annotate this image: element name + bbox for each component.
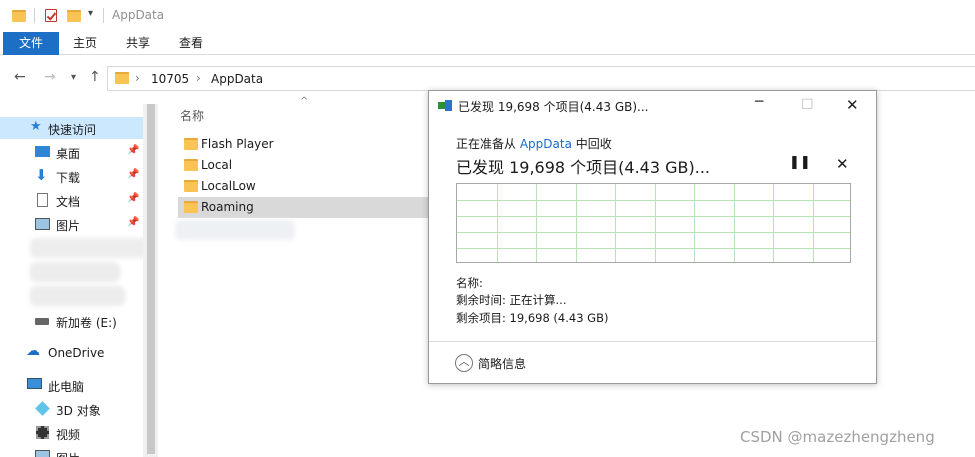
sidebar-item-pictures[interactable]: 图片 📌 xyxy=(0,213,143,235)
drive-icon xyxy=(35,318,49,325)
maximize-icon[interactable]: ☐ xyxy=(801,97,814,113)
ribbon-tabs: 文件 主页 共享 查看 xyxy=(0,32,975,55)
sidebar-item-videos[interactable]: 视频 xyxy=(0,422,143,444)
window-title: AppData xyxy=(112,8,165,22)
video-icon xyxy=(36,426,49,439)
back-arrow-icon[interactable]: ← xyxy=(14,69,26,85)
new-folder-icon[interactable] xyxy=(67,10,81,22)
tab-view[interactable]: 查看 xyxy=(169,32,213,55)
speed-graph xyxy=(456,183,851,263)
sidebar-item-desktop[interactable]: 桌面 📌 xyxy=(0,141,143,163)
pin-icon[interactable]: 📌 xyxy=(127,193,139,204)
file-row-selected[interactable]: Roaming xyxy=(178,197,428,218)
sidebar-item-onedrive[interactable]: ☁ OneDrive xyxy=(0,342,143,364)
breadcrumb-appdata[interactable]: AppData xyxy=(211,72,263,86)
chevron-up-icon: ︿ xyxy=(455,354,473,372)
progress-dialog: 已发现 19,698 个项目(4.43 GB)... ─ ☐ ✕ 正在准备从 A… xyxy=(428,90,877,384)
folder-icon xyxy=(184,138,198,150)
sidebar-item-documents[interactable]: 文档 📌 xyxy=(0,189,143,211)
dialog-title: 已发现 19,698 个项目(4.43 GB)... xyxy=(458,100,649,114)
file-row[interactable]: Local xyxy=(178,155,428,176)
desktop-icon xyxy=(35,146,50,157)
fewer-details-button[interactable]: ︿ 简略信息 xyxy=(455,354,526,372)
breadcrumb-10705[interactable]: 10705 xyxy=(151,72,189,86)
recent-locations-icon[interactable]: ▾ xyxy=(71,72,76,83)
download-icon: ⬇ xyxy=(35,166,48,184)
folder-icon xyxy=(184,201,198,213)
forward-arrow-icon[interactable]: → xyxy=(44,69,56,85)
recycle-progress-icon xyxy=(438,100,452,111)
pin-icon[interactable]: 📌 xyxy=(127,169,139,180)
speed-graph-grid xyxy=(457,184,850,262)
pictures-icon xyxy=(35,450,50,457)
folder-icon xyxy=(184,159,198,171)
toolbar-separator xyxy=(34,8,35,23)
progress-status: 已发现 19,698 个项目(4.43 GB)... xyxy=(456,158,710,177)
sidebar-item-pictures-2[interactable]: 图片 xyxy=(0,446,143,457)
customize-toolbar-icon[interactable]: ▾ xyxy=(88,8,93,19)
folder-icon xyxy=(12,10,26,22)
sidebar-item-3d-objects[interactable]: 3D 对象 xyxy=(0,398,143,420)
properties-icon[interactable] xyxy=(45,9,57,22)
sidebar-item-quick-access[interactable]: ★ 快速访问 xyxy=(0,117,143,139)
file-row[interactable]: LocalLow xyxy=(178,176,428,197)
name-label: 名称: xyxy=(456,276,483,290)
column-header-name[interactable]: 名称 xyxy=(180,107,204,124)
tab-file[interactable]: 文件 xyxy=(3,32,59,55)
minimize-icon[interactable]: ─ xyxy=(755,94,763,110)
folder-icon xyxy=(115,72,129,84)
toolbar-separator xyxy=(103,8,104,23)
items-remaining: 剩余项目: 19,698 (4.43 GB) xyxy=(456,311,609,325)
time-remaining: 剩余时间: 正在计算... xyxy=(456,293,567,307)
chevron-right-icon[interactable]: › xyxy=(135,71,140,85)
computer-icon xyxy=(27,378,42,389)
chevron-right-icon[interactable]: › xyxy=(196,71,201,85)
dialog-divider xyxy=(429,341,876,342)
redacted-item xyxy=(30,238,150,258)
tab-share[interactable]: 共享 xyxy=(116,32,160,55)
star-icon: ★ xyxy=(30,119,42,134)
sidebar-item-drive-e[interactable]: 新加卷 (E:) xyxy=(0,310,143,332)
watermark: CSDN @mazezhengzheng xyxy=(740,428,935,446)
stop-icon[interactable]: ✕ xyxy=(836,155,849,173)
close-icon[interactable]: ✕ xyxy=(846,96,859,114)
pin-icon[interactable]: 📌 xyxy=(127,145,139,156)
up-arrow-icon[interactable]: ↑ xyxy=(89,69,101,85)
nav-scrollbar-thumb[interactable] xyxy=(147,104,155,454)
sidebar-item-this-pc[interactable]: 此电脑 xyxy=(0,374,143,396)
cloud-icon: ☁ xyxy=(26,343,40,359)
pause-icon[interactable]: ❚❚ xyxy=(789,155,811,170)
document-icon xyxy=(37,193,48,207)
folder-icon xyxy=(184,180,198,192)
redacted-item xyxy=(175,220,295,240)
navigation-pane: ★ 快速访问 桌面 📌 ⬇ 下载 📌 文档 📌 图片 📌 新加卷 (E:) ☁ … xyxy=(0,104,158,457)
prep-status: 正在准备从 AppData 中回收 xyxy=(456,137,612,151)
navigation-bar: ← → ▾ ↑ › 10705 › AppData xyxy=(0,63,975,93)
pictures-icon xyxy=(35,218,50,230)
pin-icon[interactable]: 📌 xyxy=(127,217,139,228)
file-row[interactable]: Flash Player xyxy=(178,134,428,155)
sidebar-item-downloads[interactable]: ⬇ 下载 📌 xyxy=(0,165,143,187)
sort-ascending-icon: ^ xyxy=(300,96,309,107)
tab-home[interactable]: 主页 xyxy=(63,32,107,55)
redacted-item xyxy=(30,286,125,306)
dialog-title-bar[interactable]: 已发现 19,698 个项目(4.43 GB)... ─ ☐ ✕ xyxy=(429,91,876,121)
title-bar: ▾ AppData xyxy=(0,0,975,32)
address-bar[interactable]: › 10705 › AppData xyxy=(107,66,975,91)
source-link[interactable]: AppData xyxy=(520,137,572,151)
3d-objects-icon xyxy=(35,401,50,416)
redacted-item xyxy=(30,262,120,282)
